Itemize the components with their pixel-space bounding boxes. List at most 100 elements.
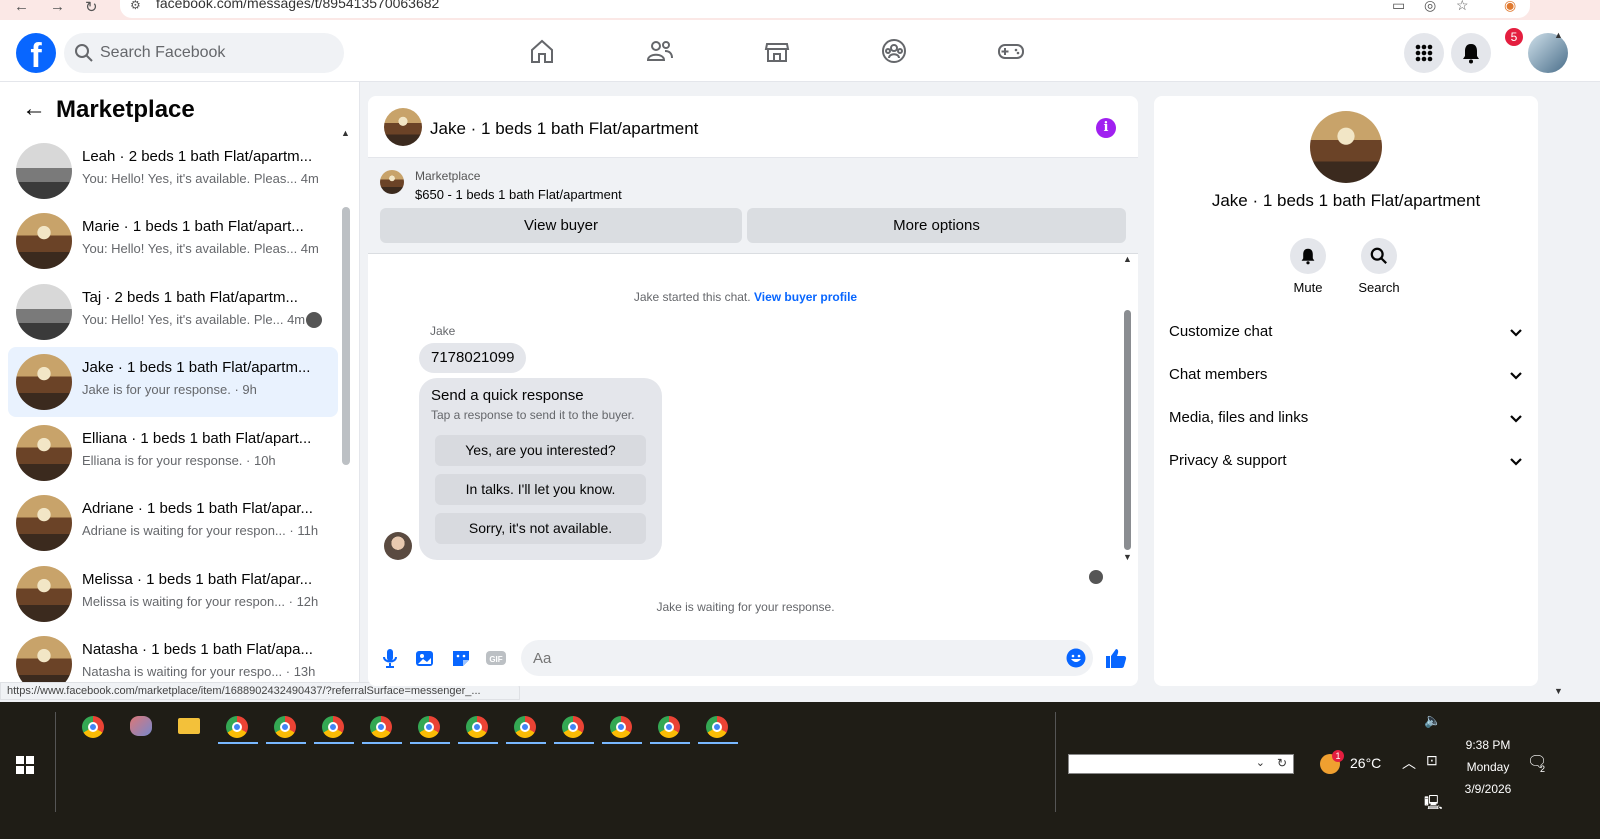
- photo-icon[interactable]: [414, 647, 436, 669]
- sidebar-scrollbar[interactable]: [342, 207, 350, 465]
- chrome-profile-icon[interactable]: [504, 710, 548, 744]
- cast-icon[interactable]: ▭: [1392, 0, 1405, 14]
- marketplace-icon[interactable]: [762, 36, 792, 66]
- home-icon[interactable]: [527, 36, 557, 66]
- quick-reply-in-talks[interactable]: In talks. I'll let you know.: [435, 474, 646, 505]
- combobox-dropdown-icon[interactable]: ⌄: [1256, 756, 1265, 769]
- details-section[interactable]: Privacy & support: [1169, 443, 1524, 479]
- details-avatar[interactable]: [1310, 111, 1382, 183]
- chat-scroll-down-arrow[interactable]: ▼: [1123, 552, 1132, 562]
- message-thread: ▲ Jake started this chat. View buyer pro…: [368, 254, 1138, 634]
- conversation-item[interactable]: Adriane · 1 beds 1 bath Flat/apar... Adri…: [8, 488, 338, 558]
- conversation-item[interactable]: Leah · 2 beds 1 bath Flat/apartm... You: …: [8, 136, 338, 206]
- listing-thumbnail[interactable]: [380, 170, 404, 194]
- conversation-thumbnail: [16, 284, 72, 340]
- meet-now-icon[interactable]: ⊡: [1426, 752, 1438, 769]
- emoji-icon[interactable]: [1066, 648, 1086, 668]
- action-center-count: 2: [1540, 764, 1546, 774]
- back-arrow-icon[interactable]: ←: [22, 95, 46, 123]
- chrome-profile-icon[interactable]: [456, 710, 500, 744]
- message-bubble[interactable]: 7178021099: [419, 343, 527, 373]
- chrome-app-icon[interactable]: [72, 710, 116, 744]
- search-chat-button[interactable]: Search: [1349, 238, 1409, 295]
- quick-reply-interested[interactable]: Yes, are you interested?: [435, 435, 646, 466]
- quick-reply-not-available[interactable]: Sorry, it's not available.: [435, 513, 646, 544]
- facebook-logo[interactable]: f: [16, 33, 56, 73]
- combobox-refresh-icon[interactable]: ↻: [1277, 756, 1287, 770]
- friends-icon[interactable]: [645, 36, 675, 66]
- chat-avatar[interactable]: [384, 108, 422, 146]
- chat-scroll-up-arrow[interactable]: ▲: [1123, 254, 1132, 264]
- info-icon[interactable]: i: [1096, 118, 1116, 138]
- chat-scrollbar[interactable]: [1124, 310, 1131, 550]
- notifications-button[interactable]: [1451, 33, 1491, 73]
- sticker-icon[interactable]: [450, 647, 472, 669]
- profile-icon[interactable]: ◉: [1504, 0, 1516, 14]
- details-section-label: Privacy & support: [1169, 452, 1287, 469]
- gif-icon[interactable]: GIF: [485, 647, 507, 669]
- running-indicator: [698, 742, 738, 744]
- conversation-item[interactable]: Taj · 2 beds 1 bath Flat/apartm... You: H…: [8, 277, 338, 347]
- sender-avatar[interactable]: [384, 532, 412, 560]
- gaming-icon[interactable]: [996, 36, 1026, 66]
- top-navigation: f Search Facebook: [0, 20, 1600, 82]
- conversation-item[interactable]: Elliana · 1 beds 1 bath Flat/apart... Ell…: [8, 418, 338, 488]
- network-icon[interactable]: 🖳: [1424, 792, 1443, 816]
- chrome-icon: [82, 716, 104, 738]
- chrome-profile-icon[interactable]: [216, 710, 260, 744]
- temperature[interactable]: 26°C: [1350, 755, 1381, 771]
- paint-app-icon[interactable]: [120, 710, 164, 744]
- show-hidden-icons-chevron[interactable]: ︿: [1402, 753, 1416, 773]
- chrome-profile-icon[interactable]: [264, 710, 308, 744]
- extension-icon[interactable]: ◎: [1424, 0, 1436, 14]
- message-input[interactable]: [521, 640, 1093, 676]
- details-section[interactable]: Customize chat: [1169, 314, 1524, 350]
- site-info-icon[interactable]: ⚙: [130, 0, 141, 12]
- reload-icon[interactable]: ↻: [85, 0, 98, 16]
- conversation-item[interactable]: Jake · 1 beds 1 bath Flat/apartm... Jake …: [8, 347, 338, 417]
- groups-icon[interactable]: [879, 36, 909, 66]
- chrome-profile-icon[interactable]: [312, 710, 356, 744]
- folder-icon: [178, 718, 200, 734]
- chrome-profile-icon[interactable]: [408, 710, 452, 744]
- conversation-name: Melissa · 1 beds 1 bath Flat/apar...: [82, 571, 313, 588]
- page-scroll-down-arrow[interactable]: ▼: [1554, 686, 1563, 696]
- sidebar-scroll-up-arrow[interactable]: ▲: [341, 128, 350, 138]
- like-icon[interactable]: [1104, 646, 1128, 670]
- bookmark-star-icon[interactable]: ☆: [1456, 0, 1469, 14]
- chrome-profile-icon[interactable]: [552, 710, 596, 744]
- url-text[interactable]: facebook.com/messages/t/895413570063682: [156, 0, 439, 11]
- clock[interactable]: 9:38 PM Monday 3/9/2026: [1458, 734, 1518, 800]
- chrome-profile-icon[interactable]: [600, 710, 644, 744]
- volume-icon[interactable]: 🔈: [1424, 712, 1441, 729]
- details-section[interactable]: Media, files and links: [1169, 400, 1524, 436]
- page-scroll-up-arrow[interactable]: ▲: [1554, 30, 1563, 40]
- chrome-profile-icon[interactable]: [360, 710, 404, 744]
- view-buyer-profile-link[interactable]: View buyer profile: [754, 290, 857, 304]
- conversation-item[interactable]: Melissa · 1 beds 1 bath Flat/apar... Meli…: [8, 559, 338, 629]
- forward-icon[interactable]: →: [50, 0, 65, 15]
- chrome-icon: [610, 716, 632, 738]
- chat-title[interactable]: Jake · 1 beds 1 bath Flat/apartment: [430, 119, 698, 139]
- running-indicator: [266, 742, 306, 744]
- microphone-icon[interactable]: [379, 647, 401, 669]
- taskbar-address-combobox[interactable]: ⌄ ↻: [1068, 754, 1294, 774]
- file-explorer-icon[interactable]: [168, 710, 212, 744]
- chrome-profile-icon[interactable]: [696, 710, 740, 744]
- date: 3/9/2026: [1464, 782, 1512, 796]
- listing-title[interactable]: $650 - 1 beds 1 bath Flat/apartment: [415, 187, 622, 202]
- mute-button[interactable]: Mute: [1278, 238, 1338, 295]
- chrome-profile-icon[interactable]: [648, 710, 692, 744]
- windows-start-icon[interactable]: [16, 756, 34, 774]
- view-buyer-button[interactable]: View buyer: [380, 208, 742, 243]
- chevron-down-icon: [1510, 372, 1522, 380]
- back-icon[interactable]: ←: [14, 0, 29, 15]
- menu-button[interactable]: [1404, 33, 1444, 73]
- running-indicator: [410, 742, 450, 744]
- details-section[interactable]: Chat members: [1169, 357, 1524, 393]
- conversation-item[interactable]: Marie · 1 beds 1 bath Flat/apart... You: …: [8, 206, 338, 276]
- search-icon: [1370, 247, 1387, 264]
- more-options-button[interactable]: More options: [747, 208, 1126, 243]
- time: 9:38 PM: [1465, 738, 1511, 752]
- search-input[interactable]: Search Facebook: [64, 33, 344, 73]
